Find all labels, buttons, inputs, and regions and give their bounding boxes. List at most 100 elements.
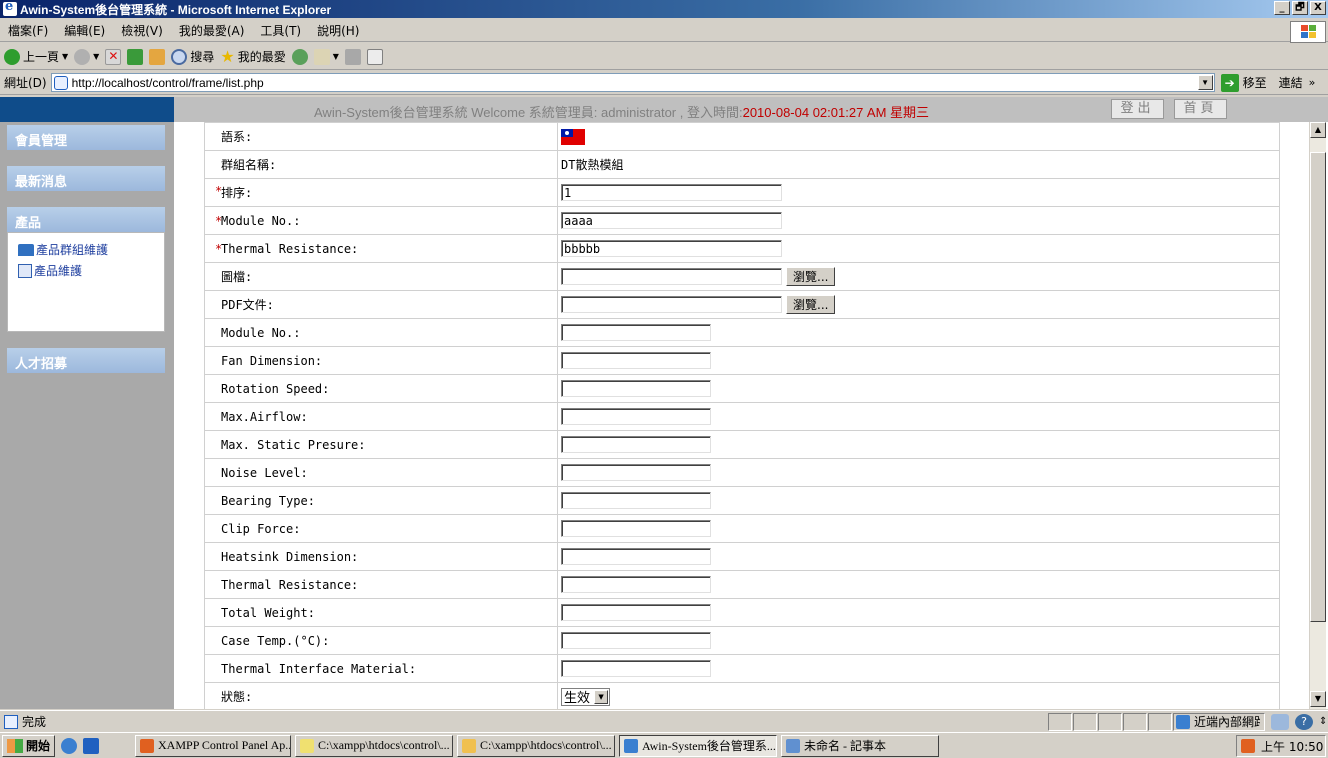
minimize-button[interactable]: _ [1274, 1, 1290, 15]
thermal-interface-material-input[interactable] [561, 660, 711, 677]
stop-icon[interactable] [105, 48, 122, 65]
total-weight-input[interactable] [561, 604, 711, 621]
status-cell [1048, 712, 1072, 731]
history-icon[interactable] [291, 48, 308, 65]
favorites-button[interactable]: ★ 我的最愛 [220, 48, 285, 65]
pdf-file-label: PDF文件: [204, 290, 558, 319]
chevron-down-icon[interactable]: ▼ [594, 689, 609, 704]
print-icon[interactable] [344, 48, 361, 65]
menu-favorites[interactable]: 我的最愛(A) [171, 22, 253, 39]
vertical-scrollbar[interactable]: ▲ ▼ [1309, 122, 1326, 709]
windows-logo [1290, 21, 1326, 43]
max-static-pressure-input[interactable] [561, 436, 711, 453]
heatsink-dimension-input[interactable] [561, 548, 711, 565]
fan-dimension-input[interactable] [561, 352, 711, 369]
taskbar-button-xampp[interactable]: XAMPP Control Panel Ap... [135, 734, 292, 757]
taskbar-button-ie[interactable]: Awin-System後台管理系... [619, 734, 778, 757]
status-cell [1073, 712, 1097, 731]
image-file-input[interactable] [561, 267, 782, 285]
taskbar-button-notepad[interactable]: 未命名 - 記事本 [781, 734, 940, 757]
links-label[interactable]: 連結 [1279, 74, 1303, 91]
logout-button[interactable]: 登出 [1111, 99, 1164, 119]
mail-button[interactable]: ▼ [313, 48, 339, 65]
case-temp-input[interactable] [561, 632, 711, 649]
image-browse-button[interactable]: 瀏覽... [786, 267, 836, 286]
spec-label: Bearing Type: [204, 486, 558, 515]
forward-button[interactable]: ▼ [74, 48, 99, 65]
noise-level-input[interactable] [561, 464, 711, 481]
menu-tools[interactable]: 工具(T) [252, 22, 309, 39]
refresh-icon[interactable] [127, 48, 144, 65]
xampp-tray-icon[interactable] [1241, 739, 1255, 753]
scroll-up-icon[interactable]: ▲ [1310, 122, 1326, 138]
sidebar-category-members[interactable]: 會員管理 [7, 125, 165, 150]
network-icon[interactable] [1271, 713, 1289, 730]
thermal-resistance-input[interactable] [561, 240, 782, 257]
taskbar-button-explorer[interactable]: C:\xampp\htdocs\control\... [457, 734, 616, 757]
taskbar: 開始 XAMPP Control Panel Ap... C:\xampp\ht… [0, 732, 1328, 758]
spec-label: Max.Airflow: [204, 402, 558, 431]
home-icon[interactable] [149, 48, 166, 65]
windows-flag-icon [7, 738, 23, 753]
spec-thermal-resistance-input[interactable] [561, 576, 711, 593]
spec-module-no-input[interactable] [561, 324, 711, 341]
sidebar-products-panel: 產品群組維護 產品維護 [7, 232, 165, 332]
menu-help[interactable]: 說明(H) [309, 22, 367, 39]
scroll-down-icon[interactable]: ▼ [1310, 691, 1326, 707]
sidebar-link-product-groups[interactable]: 產品群組維護 [18, 241, 108, 258]
spec-cell [557, 430, 1280, 459]
spec-label: Fan Dimension: [204, 346, 558, 375]
close-button[interactable]: X [1310, 1, 1326, 15]
order-input[interactable] [561, 184, 782, 201]
rotation-speed-input[interactable] [561, 380, 711, 397]
pdf-browse-button[interactable]: 瀏覽... [786, 295, 836, 314]
links-chevron-icon[interactable]: » [1309, 76, 1316, 89]
clock: 上午 10:50 [1261, 739, 1324, 754]
search-button[interactable]: 搜尋 [171, 48, 214, 65]
menu-view[interactable]: 檢視(V) [113, 22, 171, 39]
back-dropdown-icon[interactable]: ▼ [62, 52, 68, 61]
status-select[interactable]: 生效 ▼ [561, 687, 611, 706]
form-row: Heatsink Dimension: [204, 542, 1280, 571]
menu-file[interactable]: 檔案(F) [0, 22, 56, 39]
bearing-type-input[interactable] [561, 492, 711, 509]
sidebar-category-news[interactable]: 最新消息 [7, 166, 165, 191]
ie-quicklaunch-icon[interactable] [61, 737, 78, 754]
forward-dropdown-icon[interactable]: ▼ [93, 52, 99, 61]
module-no-input[interactable] [561, 212, 782, 229]
restore-button[interactable]: 🗗 [1292, 1, 1308, 15]
start-button[interactable]: 開始 [2, 734, 56, 757]
back-button[interactable]: 上一頁 ▼ [4, 48, 68, 65]
security-zone: 近端內部網路 [1173, 712, 1265, 731]
address-label: 網址(D) [4, 76, 47, 90]
address-input[interactable]: http://localhost/control/frame/list.php … [50, 73, 1215, 92]
address-dropdown-icon[interactable]: ▼ [1197, 75, 1213, 90]
mail-dropdown-icon[interactable]: ▼ [333, 52, 339, 61]
max-airflow-input[interactable] [561, 408, 711, 425]
clip-force-input[interactable] [561, 520, 711, 537]
form-row: 圖檔: 瀏覽... [204, 262, 1280, 291]
form-row: PDF文件: 瀏覽... [204, 290, 1280, 319]
form-row: * Thermal Resistance: [204, 234, 1280, 263]
document-icon [18, 263, 32, 278]
edit-icon[interactable] [366, 48, 383, 65]
go-button[interactable]: ➔ 移至 [1220, 73, 1267, 92]
scroll-thumb[interactable] [1310, 152, 1326, 622]
help-icon[interactable]: ? [1295, 713, 1313, 730]
page-done-icon [4, 714, 18, 729]
form-row: Max. Static Presure: [204, 430, 1280, 459]
sidebar-category-recruitment[interactable]: 人才招募 [7, 348, 165, 373]
pdf-file-input[interactable] [561, 295, 782, 313]
taskbar-button-editor[interactable]: C:\xampp\htdocs\control\... [295, 734, 454, 757]
sidebar-link-products[interactable]: 產品維護 [18, 262, 82, 279]
editor-icon [300, 738, 315, 753]
status-text: 完成 [22, 715, 47, 729]
desktop-quicklaunch-icon[interactable] [83, 737, 100, 754]
resize-grip-icon[interactable]: ⇕ [1319, 716, 1327, 727]
mail-icon [313, 48, 330, 65]
menu-edit[interactable]: 編輯(E) [56, 22, 113, 39]
sidebar-category-products[interactable]: 產品 [7, 207, 165, 232]
form-row: 群組名稱: DT散熱模組 [204, 150, 1280, 179]
form-row: * Module No.: [204, 206, 1280, 235]
home-button[interactable]: 首頁 [1174, 99, 1227, 119]
